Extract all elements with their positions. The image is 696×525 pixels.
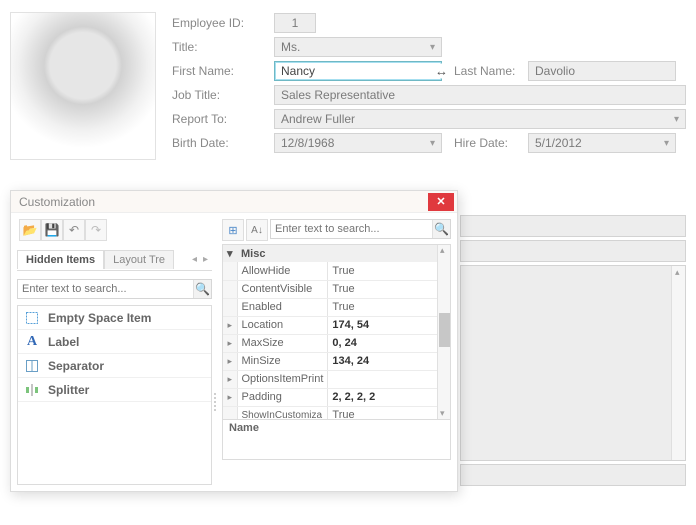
search-icon[interactable]: 🔍 xyxy=(432,220,450,238)
sort-az-icon: A↓ xyxy=(251,225,263,236)
panel-4[interactable] xyxy=(460,464,686,486)
redo-icon: ↷ xyxy=(91,223,101,237)
hidden-items-list: Empty Space Item A Label Separator Split… xyxy=(17,305,212,485)
chevron-down-icon: ▾ xyxy=(674,114,679,125)
dialog-titlebar[interactable]: Customization ✕ xyxy=(11,191,457,213)
title-dropdown[interactable]: Ms.▾ xyxy=(274,37,442,57)
scroll-thumb[interactable] xyxy=(439,313,450,347)
property-row[interactable]: ▸OptionsItemPrint xyxy=(223,370,450,388)
birth-date-label: Birth Date: xyxy=(170,136,274,150)
tab-layout-tree[interactable]: Layout Tre xyxy=(104,250,174,269)
chevron-down-icon: ▾ xyxy=(664,138,669,149)
birth-date-field[interactable]: 12/8/1968▾ xyxy=(274,133,442,153)
property-description: Name xyxy=(222,420,451,460)
title-label: Title: xyxy=(170,40,274,54)
chevron-down-icon: ▾ xyxy=(430,138,435,149)
hire-date-field[interactable]: 5/1/2012▾ xyxy=(528,133,676,153)
hire-date-label: Hire Date: xyxy=(452,136,528,150)
panel-2[interactable] xyxy=(460,240,686,262)
last-name-label: Last Name: xyxy=(452,64,528,78)
property-row[interactable]: ▸Padding2, 2, 2, 2 xyxy=(223,388,450,406)
list-item[interactable]: Separator xyxy=(18,354,211,378)
list-item[interactable]: A Label xyxy=(18,330,211,354)
save-icon: 💾 xyxy=(45,223,60,237)
resize-cursor-icon[interactable]: ↔ xyxy=(435,64,448,79)
first-name-field[interactable]: Nancy ↔ xyxy=(274,61,442,81)
search-input[interactable] xyxy=(18,280,193,298)
open-button[interactable]: 📂 xyxy=(19,219,41,241)
tab-hidden-items[interactable]: Hidden Items xyxy=(17,250,104,269)
save-button[interactable]: 💾 xyxy=(41,219,63,241)
panel-3[interactable] xyxy=(460,265,686,461)
search-icon[interactable]: 🔍 xyxy=(193,280,211,298)
property-grid: ▾Misc AllowHideTrue ContentVisibleTrue E… xyxy=(222,244,451,420)
empty-space-icon xyxy=(24,310,40,326)
report-to-dropdown[interactable]: Andrew Fuller▾ xyxy=(274,109,686,129)
job-title-field[interactable]: Sales Representative xyxy=(274,85,686,105)
tab-scroll-left-icon[interactable]: ◂ xyxy=(192,254,197,265)
customization-dialog: Customization ✕ 📂 💾 ↶ ↷ Hidden Items Lay… xyxy=(10,190,458,492)
property-search-input[interactable] xyxy=(271,220,432,238)
list-item[interactable]: Splitter xyxy=(18,378,211,402)
property-row[interactable]: ▸MinSize134, 24 xyxy=(223,352,450,370)
employee-id-label: Employee ID: xyxy=(170,16,274,30)
label-icon: A xyxy=(24,334,40,350)
property-row[interactable]: EnabledTrue xyxy=(223,298,450,316)
employee-photo xyxy=(10,12,156,160)
alphabetical-button[interactable]: A↓ xyxy=(246,219,268,241)
category-misc[interactable]: Misc xyxy=(237,245,450,262)
undo-button[interactable]: ↶ xyxy=(63,219,85,241)
chevron-down-icon: ▾ xyxy=(430,42,435,53)
splitter-grip[interactable] xyxy=(214,319,220,485)
scrollbar[interactable] xyxy=(671,266,685,460)
search-box[interactable]: 🔍 xyxy=(17,279,212,299)
separator-icon xyxy=(24,358,40,374)
property-row[interactable]: ▸MaxSize0, 24 xyxy=(223,334,450,352)
property-row[interactable]: AllowHideTrue xyxy=(223,262,450,280)
report-to-label: Report To: xyxy=(170,112,274,126)
panel-1[interactable] xyxy=(460,215,686,237)
undo-icon: ↶ xyxy=(69,223,79,237)
categorized-button[interactable]: ⊞ xyxy=(222,219,244,241)
folder-open-icon: 📂 xyxy=(23,223,38,237)
splitter-icon xyxy=(24,382,40,398)
redo-button[interactable]: ↷ xyxy=(85,219,107,241)
property-search-box[interactable]: 🔍 xyxy=(270,219,451,239)
job-title-label: Job Title: xyxy=(170,88,274,102)
categorized-icon: ⊞ xyxy=(228,224,237,237)
scrollbar[interactable] xyxy=(437,245,450,419)
property-row[interactable]: ▸Location174, 54 xyxy=(223,316,450,334)
property-row[interactable]: ContentVisibleTrue xyxy=(223,280,450,298)
employee-id-field[interactable]: 1 xyxy=(274,13,316,33)
property-row[interactable]: ShowInCustomizaTrue xyxy=(223,406,450,419)
close-button[interactable]: ✕ xyxy=(428,193,454,211)
tab-scroll-right-icon[interactable]: ▸ xyxy=(203,254,208,265)
list-item[interactable]: Empty Space Item xyxy=(18,306,211,330)
first-name-label: First Name: xyxy=(170,64,274,78)
last-name-field[interactable]: Davolio xyxy=(528,61,676,81)
